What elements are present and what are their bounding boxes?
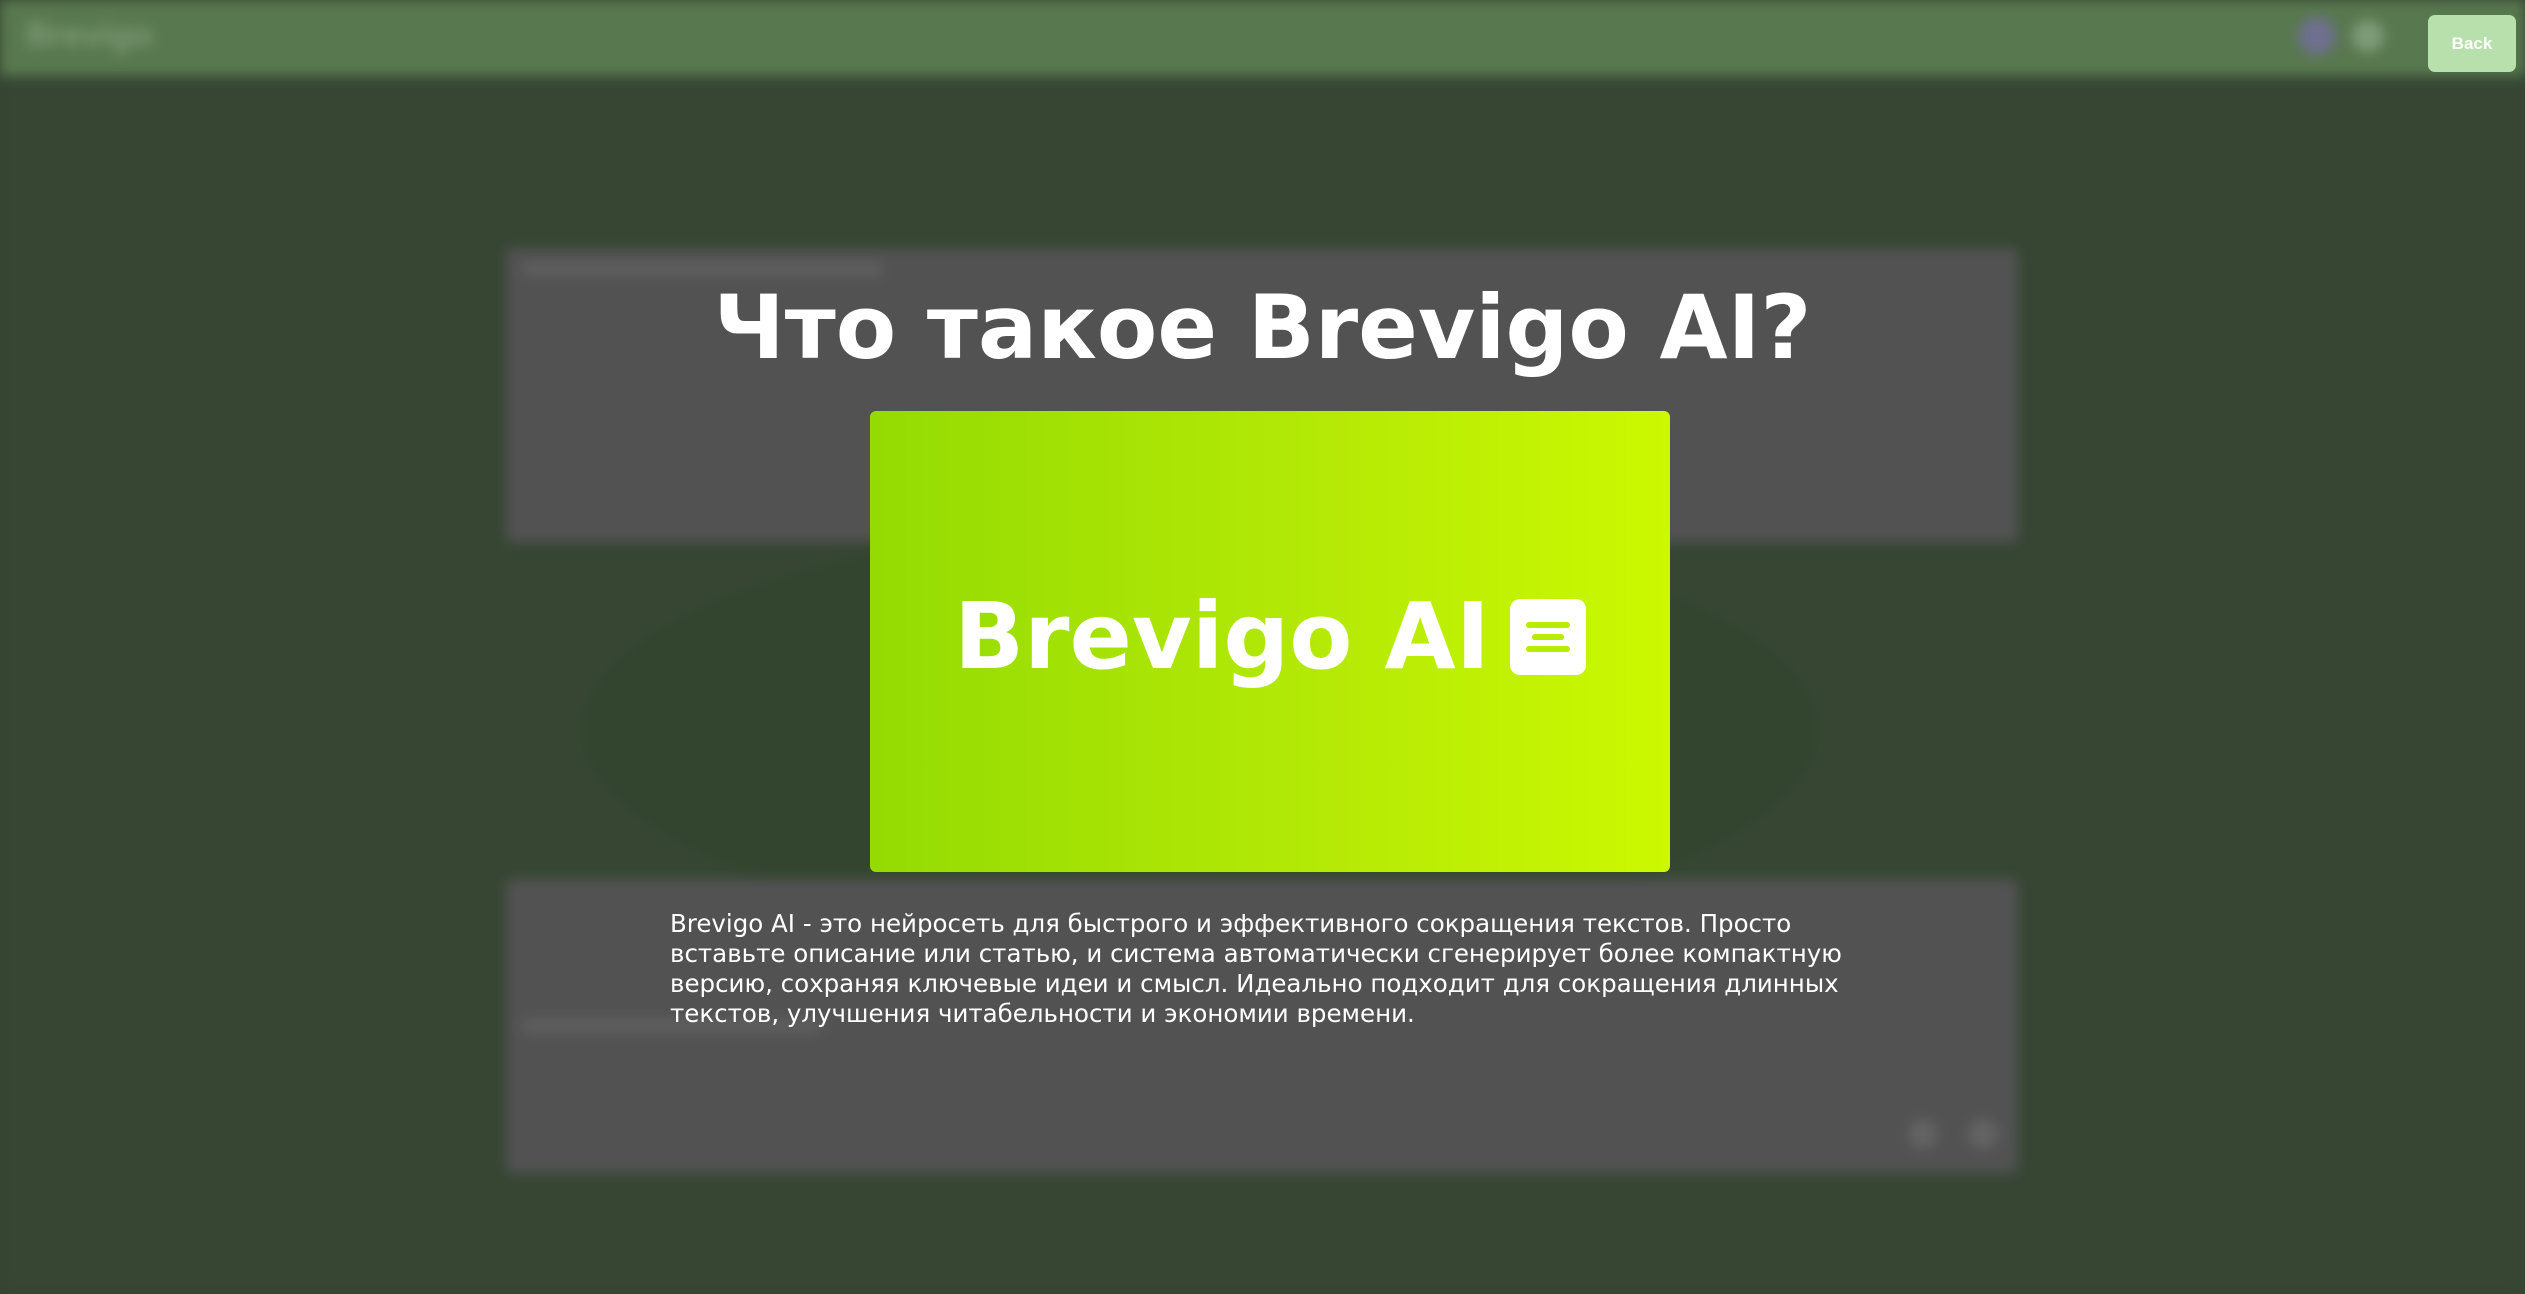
app-header: Brevigo <box>0 0 2525 76</box>
brand-logo: Brevigo <box>26 16 153 54</box>
about-title: Что такое Brevigo AI? <box>713 276 1812 379</box>
about-description: Brevigo AI - это нейросеть для быстрого … <box>670 909 1842 1028</box>
copy-icon <box>1908 1119 1938 1149</box>
share-icon <box>1968 1119 1998 1149</box>
hero-logo: Brevigo AI <box>954 583 1586 690</box>
hero-logo-text: Brevigo AI <box>954 583 1490 690</box>
hero-banner: Brevigo AI <box>870 411 1670 872</box>
theme-toggle-icon <box>2352 20 2384 52</box>
document-lines-icon <box>1509 598 1586 675</box>
document-lines-icon-svg <box>1525 621 1570 652</box>
back-button[interactable]: Back <box>2428 15 2516 72</box>
language-flag-icon <box>2298 17 2336 55</box>
